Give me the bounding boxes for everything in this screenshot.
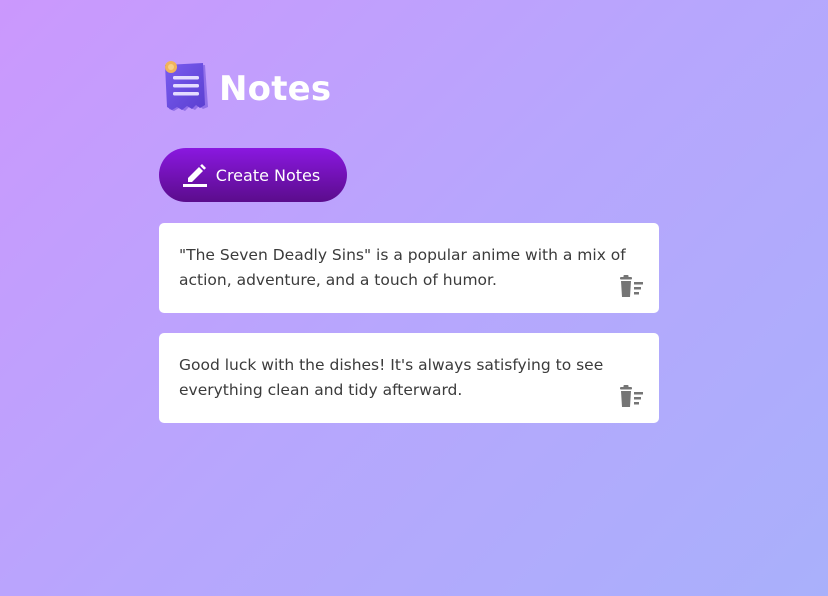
create-notes-button[interactable]: Create Notes [159,148,347,202]
notes-list: "The Seven Deadly Sins" is a popular ani… [159,223,659,423]
delete-trash-icon[interactable] [617,275,645,299]
notepad-icon [159,59,213,119]
app-header: Notes [159,58,659,120]
create-notes-label: Create Notes [215,165,321,185]
delete-trash-icon[interactable] [617,385,645,409]
edit-pencil-icon [182,161,208,190]
note-text[interactable]: "The Seven Deadly Sins" is a popular ani… [179,243,634,293]
note-card[interactable]: Good luck with the dishes! It's always s… [159,333,659,423]
notes-app: Notes Create Notes "The Seven Deadly Sin… [159,58,659,443]
page-title: Notes [219,69,332,109]
note-text[interactable]: Good luck with the dishes! It's always s… [179,353,634,403]
note-card[interactable]: "The Seven Deadly Sins" is a popular ani… [159,223,659,313]
